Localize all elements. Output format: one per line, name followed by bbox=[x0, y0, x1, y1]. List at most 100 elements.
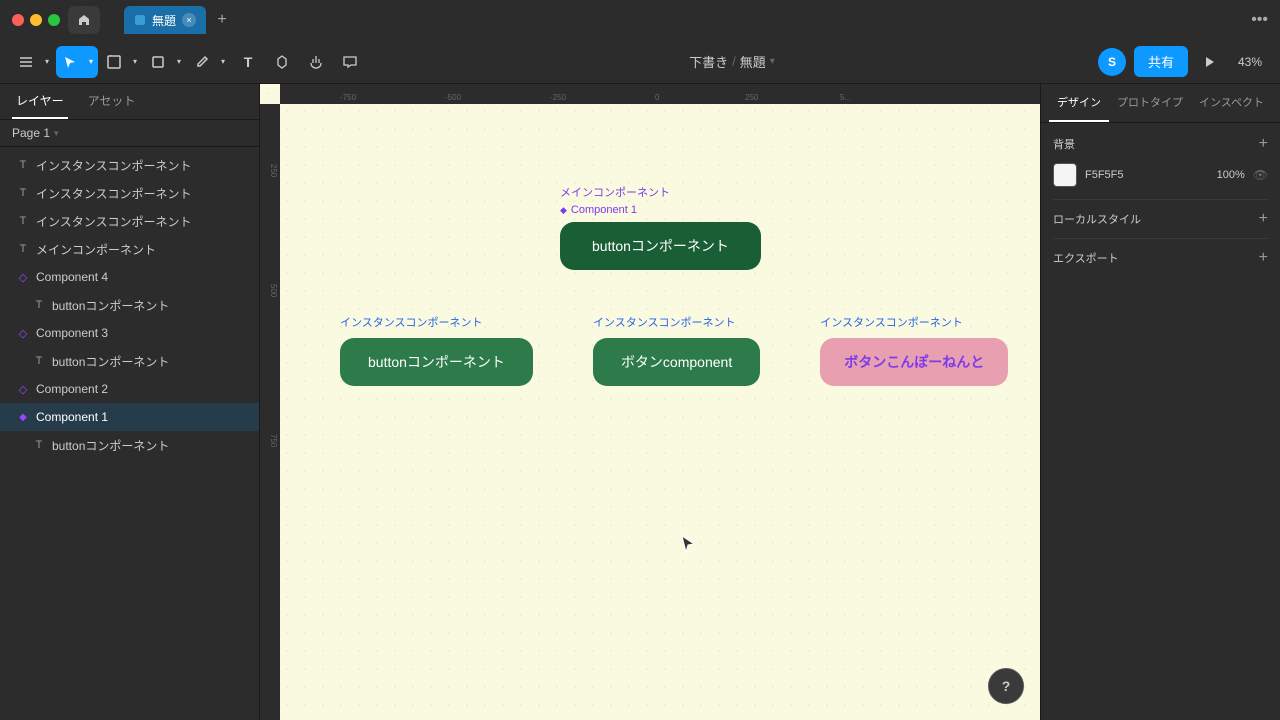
divider-2 bbox=[1053, 238, 1268, 239]
select-tool[interactable]: ▾ bbox=[56, 46, 98, 78]
component-diamond-icon: ◆ bbox=[560, 205, 567, 216]
canvas-content: メインコンポーネント ◆ Component 1 buttonコンポーネント イ… bbox=[280, 104, 1040, 720]
canvas-area[interactable]: -750 -500 -250 0 250 5... 250 500 750 メイ… bbox=[260, 84, 1040, 720]
shape-tool[interactable]: ▾ bbox=[144, 46, 186, 78]
text-icon: T bbox=[16, 214, 30, 228]
tab-assets[interactable]: アセット bbox=[84, 84, 140, 119]
traffic-light-green[interactable] bbox=[48, 14, 60, 26]
text-icon: T bbox=[16, 242, 30, 256]
help-button[interactable]: ? bbox=[988, 668, 1024, 704]
visibility-toggle[interactable]: 👁 bbox=[1253, 168, 1268, 182]
layer-item-component1[interactable]: ◆ Component 1 bbox=[0, 403, 259, 431]
layer-item-instance3[interactable]: T インスタンスコンポーネント bbox=[0, 207, 259, 235]
breadcrumb-parent[interactable]: 下書き bbox=[689, 52, 728, 71]
bg-hex-value[interactable]: F5F5F5 bbox=[1085, 169, 1209, 181]
text-icon: T bbox=[32, 354, 46, 368]
tool-group-main: ▾ ▾ ▾ ▾ ▾ T bbox=[12, 46, 366, 78]
component-icon: ◆ bbox=[16, 410, 30, 424]
layer-item-main[interactable]: T メインコンポーネント bbox=[0, 235, 259, 263]
export-section-header: エクスポート + bbox=[1053, 249, 1268, 267]
layer-item-instance1[interactable]: T インスタンスコンポーネント bbox=[0, 151, 259, 179]
layer-item-component4[interactable]: ◇ Component 4 bbox=[0, 263, 259, 291]
background-label: 背景 bbox=[1053, 136, 1075, 152]
comment-tool[interactable] bbox=[334, 46, 366, 78]
text-icon: T bbox=[32, 298, 46, 312]
pen-arrow[interactable]: ▾ bbox=[216, 46, 230, 78]
pen-icon[interactable] bbox=[188, 46, 216, 78]
page-label[interactable]: Page 1 ▾ bbox=[12, 126, 59, 140]
layer-item-instance2[interactable]: T インスタンスコンポーネント bbox=[0, 179, 259, 207]
layer-item-component3[interactable]: ◇ Component 3 bbox=[0, 319, 259, 347]
layer-item-button1[interactable]: T buttonコンポーネント bbox=[0, 431, 259, 459]
new-tab-button[interactable]: + bbox=[210, 8, 234, 32]
tab-layers[interactable]: レイヤー bbox=[12, 84, 68, 119]
diamond-icon: ◇ bbox=[16, 270, 30, 284]
tab-design[interactable]: デザイン bbox=[1049, 84, 1109, 122]
text-icon: T bbox=[16, 186, 30, 200]
tab-prototype[interactable]: プロトタイプ bbox=[1109, 84, 1191, 122]
toolbar: ▾ ▾ ▾ ▾ ▾ T bbox=[0, 40, 1280, 84]
background-row: F5F5F5 100% 👁 bbox=[1053, 163, 1268, 187]
layer-item-button4[interactable]: T buttonコンポーネント bbox=[0, 291, 259, 319]
titlebar: 無題 × + ••• bbox=[0, 0, 1280, 40]
left-panel: レイヤー アセット Page 1 ▾ T インスタンスコンポーネント T インス… bbox=[0, 84, 260, 720]
share-button[interactable]: 共有 bbox=[1134, 46, 1188, 77]
tab-close-button[interactable]: × bbox=[182, 13, 196, 27]
tab-label: 無題 bbox=[152, 12, 176, 29]
instance-button-3[interactable]: ボタンこんぽーねんと bbox=[820, 338, 1008, 386]
main-menu-button[interactable]: ▾ bbox=[12, 46, 54, 78]
layer-item-component2[interactable]: ◇ Component 2 bbox=[0, 375, 259, 403]
bg-color-swatch[interactable] bbox=[1053, 163, 1077, 187]
instance-group-2: インスタンスコンポーネント ボタンcomponent bbox=[593, 314, 760, 386]
hand-tool[interactable] bbox=[300, 46, 332, 78]
traffic-light-red[interactable] bbox=[12, 14, 24, 26]
instance-button-text-2: ボタンcomponent bbox=[621, 354, 732, 370]
local-styles-add-button[interactable]: + bbox=[1259, 210, 1268, 228]
present-button[interactable] bbox=[1196, 48, 1224, 76]
pen-tool[interactable]: ▾ bbox=[188, 46, 230, 78]
menu-icon[interactable] bbox=[12, 46, 40, 78]
tab-bar: 無題 × + bbox=[124, 6, 234, 34]
frame-arrow[interactable]: ▾ bbox=[128, 46, 142, 78]
page-chevron: ▾ bbox=[54, 128, 59, 139]
home-tab[interactable] bbox=[68, 6, 100, 34]
local-styles-section-header: ローカルスタイル + bbox=[1053, 210, 1268, 228]
select-arrow[interactable]: ▾ bbox=[84, 46, 98, 78]
instance-button-1[interactable]: buttonコンポーネント bbox=[340, 338, 533, 386]
page-selector[interactable]: Page 1 ▾ bbox=[0, 120, 259, 147]
tab-inspect[interactable]: インスペクト bbox=[1191, 84, 1272, 122]
more-options[interactable]: ••• bbox=[1251, 11, 1268, 29]
ruler-vertical: 250 500 750 bbox=[260, 104, 280, 720]
layer-list: T インスタンスコンポーネント T インスタンスコンポーネント T インスタンス… bbox=[0, 147, 259, 720]
breadcrumb: 下書き / 無題 ▾ bbox=[689, 52, 775, 71]
current-tab[interactable]: 無題 × bbox=[124, 6, 206, 34]
frame-icon[interactable] bbox=[100, 46, 128, 78]
shape-arrow[interactable]: ▾ bbox=[172, 46, 186, 78]
menu-arrow[interactable]: ▾ bbox=[40, 46, 54, 78]
layer-item-button3[interactable]: T buttonコンポーネント bbox=[0, 347, 259, 375]
cursor-icon[interactable] bbox=[56, 46, 84, 78]
main-layout: レイヤー アセット Page 1 ▾ T インスタンスコンポーネント T インス… bbox=[0, 84, 1280, 720]
main-button[interactable]: buttonコンポーネント bbox=[560, 222, 761, 270]
instance-row: インスタンスコンポーネント buttonコンポーネント インスタンスコンポーネン… bbox=[340, 314, 1008, 386]
bg-opacity-value[interactable]: 100% bbox=[1217, 169, 1245, 181]
traffic-light-yellow[interactable] bbox=[30, 14, 42, 26]
frame-tool[interactable]: ▾ bbox=[100, 46, 142, 78]
instance-group-1: インスタンスコンポーネント buttonコンポーネント bbox=[340, 314, 533, 386]
background-add-button[interactable]: + bbox=[1259, 135, 1268, 153]
instance-button-2[interactable]: ボタンcomponent bbox=[593, 338, 760, 386]
background-section-header: 背景 + bbox=[1053, 135, 1268, 153]
avatar[interactable]: S bbox=[1098, 48, 1126, 76]
breadcrumb-current[interactable]: 無題 ▾ bbox=[740, 52, 775, 71]
export-add-button[interactable]: + bbox=[1259, 249, 1268, 267]
panel-tabs: レイヤー アセット bbox=[0, 84, 259, 120]
shape-icon[interactable] bbox=[144, 46, 172, 78]
instance-label-3: インスタンスコンポーネント bbox=[820, 314, 963, 330]
toolbar-right: S 共有 43% bbox=[1098, 46, 1268, 77]
instance-button-text-3: ボタンこんぽーねんと bbox=[844, 354, 984, 370]
text-tool[interactable]: T bbox=[232, 46, 264, 78]
zoom-level[interactable]: 43% bbox=[1232, 51, 1268, 73]
component-tool[interactable] bbox=[266, 46, 298, 78]
toolbar-center: 下書き / 無題 ▾ bbox=[370, 52, 1094, 71]
instance-group-3: インスタンスコンポーネント ボタンこんぽーねんと bbox=[820, 314, 1008, 386]
